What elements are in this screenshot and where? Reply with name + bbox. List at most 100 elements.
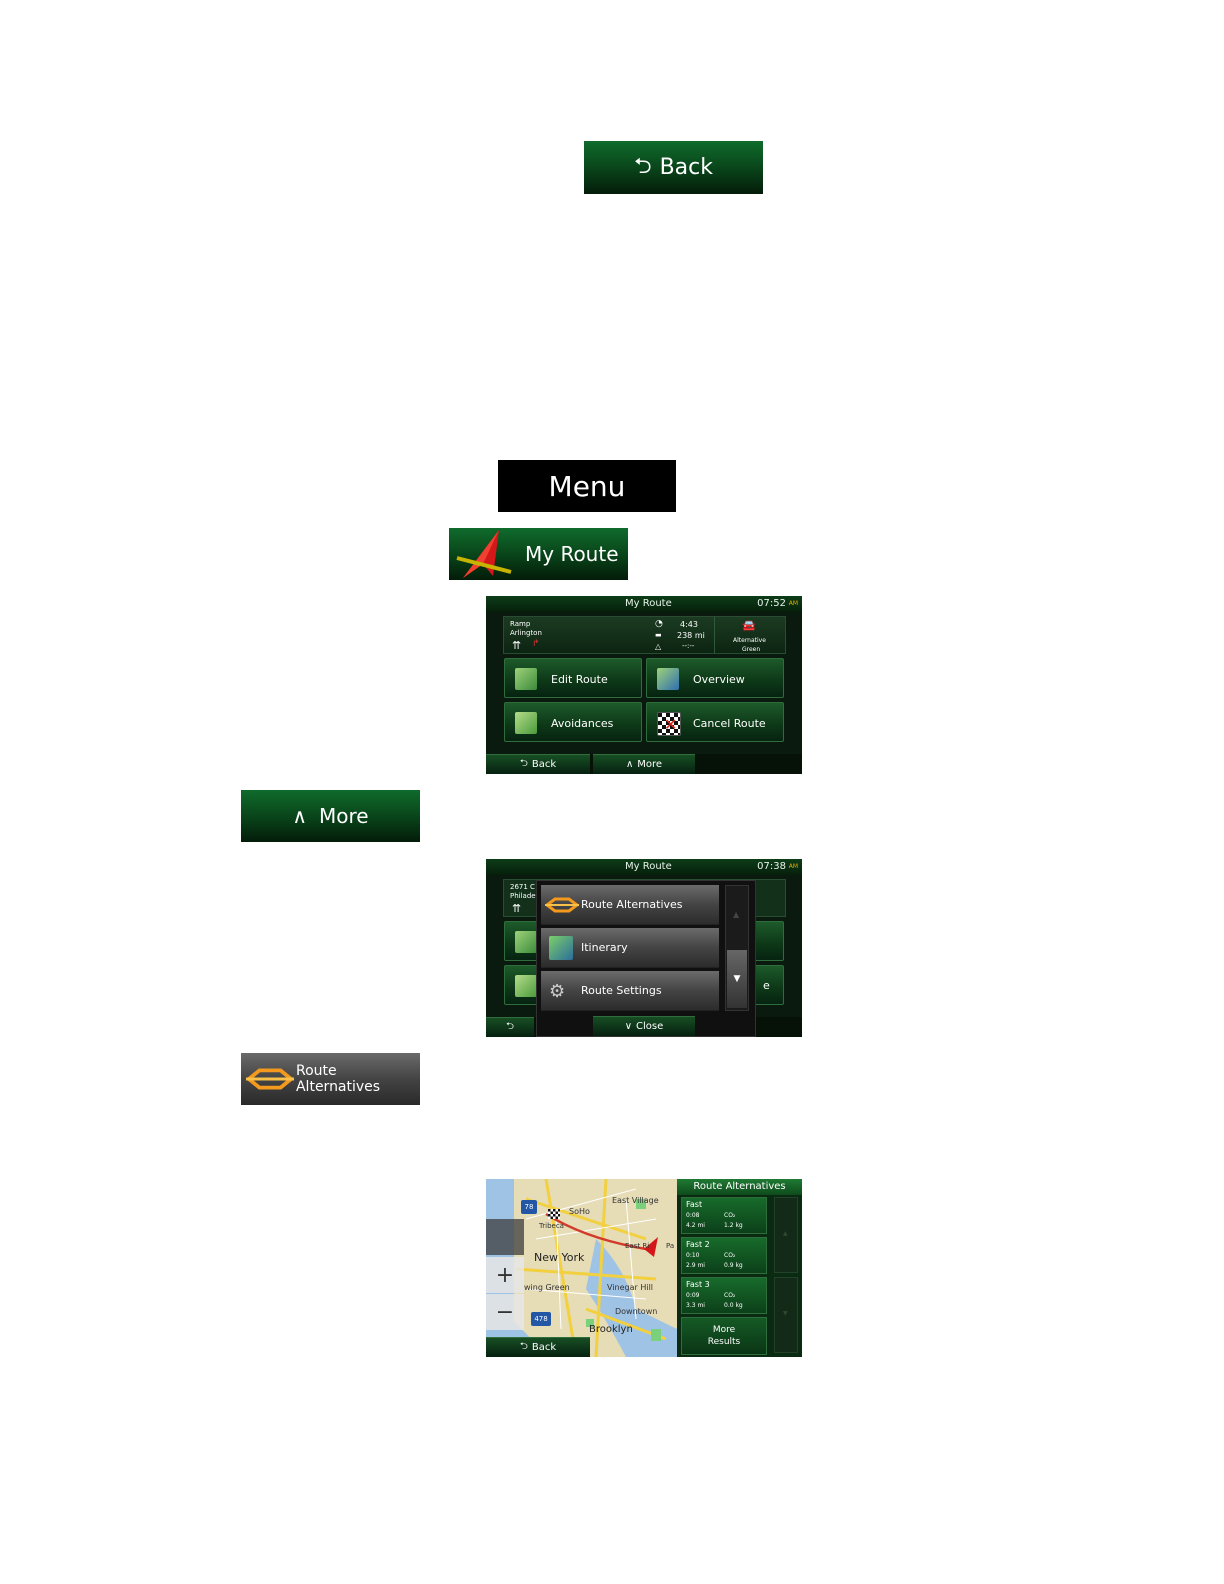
alt-line2: Green <box>742 646 761 653</box>
clock: 07:52 <box>757 598 786 609</box>
close-button[interactable]: ∨ Close <box>593 1016 695 1036</box>
alternatives-panel: Route Alternatives Fast 0:08 4.2 mi CO₂ … <box>677 1179 802 1357</box>
route-info-panel[interactable]: Ramp Arlington ⇈ ↱ ◔ 4:43 ▬ 238 mi △ --:… <box>503 616 786 654</box>
more-popup-menu: Route Alternatives Itinerary ⚙ Route Set… <box>536 880 756 1037</box>
alt-co2: CO₂ <box>724 1252 736 1259</box>
more-results-line2: Results <box>707 1337 741 1347</box>
zoom-out-button[interactable]: − <box>486 1294 524 1330</box>
map-label: New York <box>534 1251 585 1264</box>
route-alternatives-label: Route Alternatives <box>581 898 683 911</box>
map-view[interactable]: East Village SoHo Tribeca New York East … <box>486 1179 677 1357</box>
warning-icon: △ <box>655 642 662 651</box>
street-line2: Philade <box>510 892 536 900</box>
clock-ampm: AM <box>788 863 798 870</box>
street-line2: Arlington <box>510 629 542 637</box>
chevron-down-icon: ∨ <box>624 1021 633 1032</box>
shield-number: 478 <box>534 1315 548 1323</box>
back-button-small[interactable]: ⮌ Back <box>486 754 590 774</box>
alternative-card[interactable]: Fast 2 0:10 2.9 mi CO₂ 0.9 kg <box>681 1237 767 1274</box>
shield-number: 78 <box>524 1203 534 1211</box>
map-label: SoHo <box>569 1207 590 1216</box>
clock: 07:38 <box>757 861 786 872</box>
overview-tile[interactable]: Overview <box>646 658 784 698</box>
more-menu-screen: My Route 07:38 AM 2671 C Philade ⇈ e ⮌ R… <box>486 859 802 1037</box>
route-alternatives-screen: East Village SoHo Tribeca New York East … <box>486 1179 802 1357</box>
route-settings-item[interactable]: ⚙ Route Settings <box>541 971 719 1011</box>
cancel-route-label: Cancel Route <box>693 717 766 730</box>
distance-icon: ▬ <box>655 631 662 639</box>
back-button[interactable]: ⮌ Back <box>584 141 763 194</box>
alt-dist: 2.9 mi <box>686 1262 705 1269</box>
route-alternatives-button-label: Route Alternatives <box>295 1063 381 1095</box>
map-label: East Ri <box>625 1242 650 1250</box>
map-info-icon <box>657 668 679 690</box>
alt-time: 0:08 <box>686 1212 700 1219</box>
scroll-up-icon[interactable]: ▲ <box>733 910 739 919</box>
edit-route-tile[interactable]: Edit Route <box>504 658 642 698</box>
clock-ampm: AM <box>788 600 798 607</box>
more-results-button[interactable]: More Results <box>681 1317 767 1355</box>
map-edit-icon <box>515 668 537 690</box>
checkered-flag-icon <box>548 1209 560 1219</box>
more-button-small[interactable]: ∧ More <box>593 754 695 774</box>
alt-dist: 4.2 mi <box>686 1222 705 1229</box>
route-alternatives-button[interactable]: Route Alternatives <box>241 1053 420 1105</box>
my-route-screen: My Route 07:52 AM Ramp Arlington ⇈ ↱ ◔ 4… <box>486 596 802 774</box>
screen-title: My Route <box>625 598 672 609</box>
scroll-up-button[interactable]: ▲ <box>774 1197 798 1273</box>
alternative-card[interactable]: Fast 0:08 4.2 mi CO₂ 1.2 kg <box>681 1197 767 1234</box>
more-button[interactable]: ∧ More <box>241 790 420 842</box>
map-label: East Village <box>612 1196 659 1205</box>
title-bar: My Route 07:38 AM <box>486 859 802 875</box>
zoom-in-button[interactable]: + <box>486 1257 524 1293</box>
cancel-route-tile[interactable]: ✕ Cancel Route <box>646 702 784 742</box>
close-label: Close <box>636 1021 664 1032</box>
more-button-label: More <box>319 804 369 828</box>
scroll-down-button[interactable]: ▼ <box>727 950 747 1008</box>
menu-button-label: Menu <box>548 469 626 503</box>
overview-label: Overview <box>693 673 745 686</box>
back-button-small[interactable]: ⮌ Back <box>486 1337 590 1357</box>
route-alternatives-icon <box>246 1068 294 1090</box>
route-alternatives-item[interactable]: Route Alternatives <box>541 885 719 925</box>
avoidances-label: Avoidances <box>551 717 614 730</box>
route-arrow-icon <box>456 530 512 578</box>
scrollbar[interactable]: ▲ ▼ <box>725 885 749 1011</box>
map-avoid-icon <box>515 712 537 734</box>
back-arrow-icon: ⮌ <box>519 1341 528 1352</box>
route-alternatives-icon <box>545 897 579 913</box>
back-label: Back <box>531 1342 557 1353</box>
back-arrow-icon: ⮌ <box>633 153 652 179</box>
alt-name: Fast 2 <box>686 1240 710 1249</box>
bottom-bar: ⮌ Back ∧ More <box>486 754 802 774</box>
route-distance: 238 mi <box>677 631 705 640</box>
itinerary-item[interactable]: Itinerary <box>541 928 719 968</box>
map-avoid-icon <box>515 975 537 997</box>
layer-toggle-button[interactable] <box>486 1219 524 1255</box>
plus-icon: + <box>495 1262 515 1288</box>
map-label: Tribeca <box>539 1222 564 1230</box>
divider <box>714 617 715 653</box>
scroll-down-button[interactable]: ▼ <box>774 1277 798 1353</box>
avoidances-tile[interactable]: Avoidances <box>504 702 642 742</box>
alt-time: 0:10 <box>686 1252 700 1259</box>
chevron-up-icon: ∧ <box>292 804 308 828</box>
alt-co2-value: 0.0 kg <box>724 1302 743 1309</box>
back-button-small[interactable]: ⮌ <box>486 1017 534 1037</box>
edit-route-label: Edit Route <box>551 673 608 686</box>
menu-button[interactable]: Menu <box>498 460 676 512</box>
alternative-card[interactable]: Fast 3 0:09 3.3 mi CO₂ 0.0 kg <box>681 1277 767 1314</box>
itinerary-icon <box>549 936 573 960</box>
scroll-up-icon: ▲ <box>783 1230 788 1237</box>
alt-co2-value: 1.2 kg <box>724 1222 743 1229</box>
back-arrow-icon: ⮌ <box>505 1021 514 1032</box>
alt-line1: Alternative <box>733 637 766 644</box>
scroll-down-icon: ▼ <box>783 1310 788 1317</box>
alt-co2-value: 0.9 kg <box>724 1262 743 1269</box>
back-arrow-icon: ⮌ <box>519 758 528 769</box>
map-label: Vinegar Hill <box>607 1283 654 1292</box>
alt-dist: 3.3 mi <box>686 1302 705 1309</box>
my-route-button[interactable]: My Route <box>449 528 628 580</box>
lane-icon: ⇈ <box>512 639 522 652</box>
alt-time: 0:09 <box>686 1292 700 1299</box>
